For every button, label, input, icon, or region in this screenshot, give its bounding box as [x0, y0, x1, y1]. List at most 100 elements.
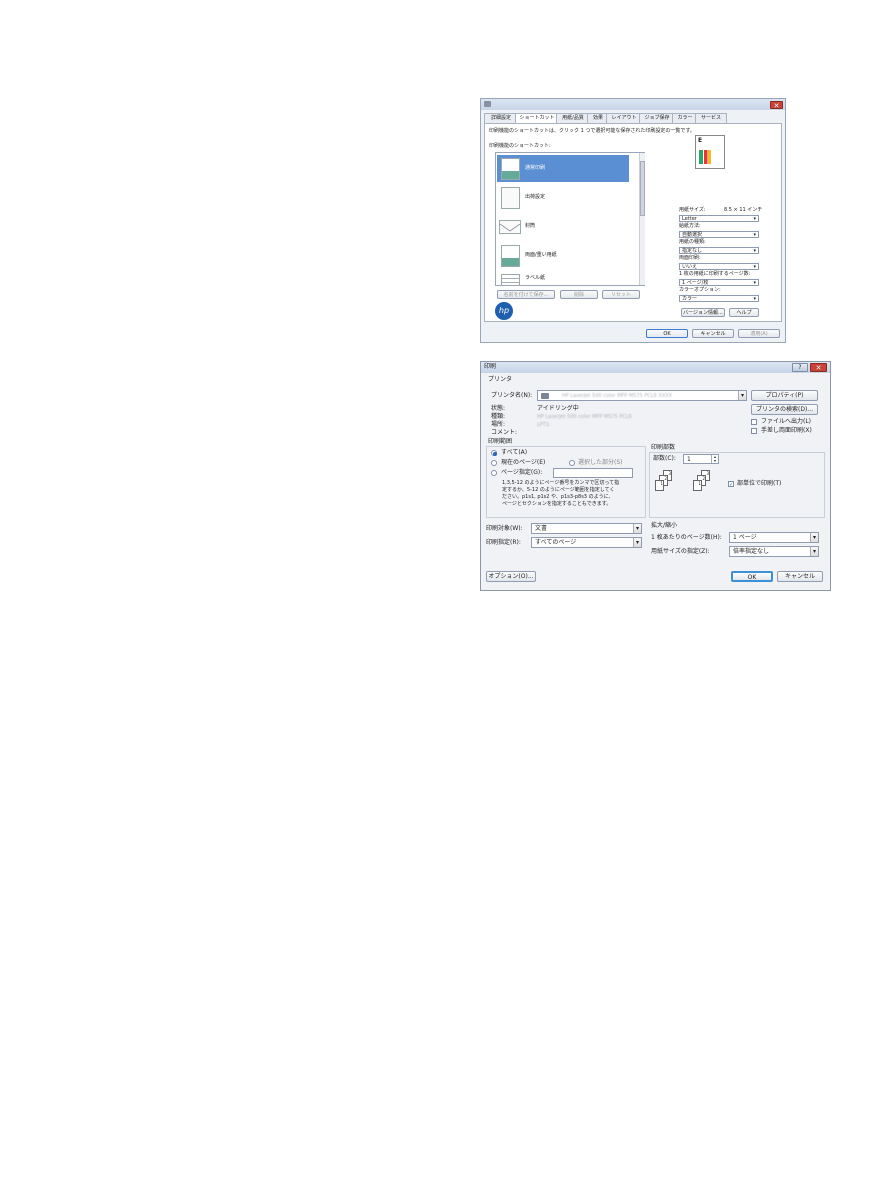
copies-label: 部数(C):: [653, 455, 676, 462]
color-options-label: カラーオプション:: [679, 287, 721, 293]
print-dialog: 印刷 ? ✕ プリンタ プリンタ名(N): HP LaserJet 500 co…: [480, 361, 831, 591]
list-item[interactable]: 出荷設定: [497, 184, 629, 211]
delete-button[interactable]: 削除: [560, 290, 598, 299]
manual-duplex-checkbox[interactable]: [751, 428, 757, 434]
close-icon[interactable]: ✕: [810, 363, 827, 372]
help-button[interactable]: ヘルプ: [729, 308, 759, 317]
range-pages-label: ページ指定(G):: [501, 469, 543, 476]
print-to-file-label: ファイルへ出力(L): [761, 418, 812, 425]
comment-label: コメント:: [491, 429, 518, 436]
chevron-down-icon[interactable]: ▾: [810, 547, 818, 556]
shortcuts-panel: 印刷機能のショートカットは、クリック 1 つで選択可能な保存された印刷設定の一覧…: [484, 123, 782, 322]
printer-icon: [484, 101, 491, 107]
envelope-icon: [499, 220, 521, 234]
paper-size-label: 用紙サイズ:: [679, 207, 706, 213]
blank-page-icon: [501, 187, 520, 209]
paper-source-label: 給紙方法:: [679, 223, 701, 229]
heavy-paper-icon: [501, 245, 520, 267]
save-as-button[interactable]: 名前を付けて保存...: [497, 290, 555, 299]
chevron-down-icon[interactable]: ▾: [633, 524, 641, 533]
pages-per-sheet-select[interactable]: 1 ページ ▾: [729, 532, 819, 543]
printer-name-select[interactable]: HP LaserJet 500 color MFP M575 PCL6 XXXX…: [537, 390, 747, 401]
color-options-select[interactable]: カラー: [679, 295, 759, 302]
list-item[interactable]: 通常印刷: [497, 155, 629, 182]
paper-source-select[interactable]: 自動選択: [679, 231, 759, 238]
options-button[interactable]: オプション(O)...: [486, 571, 536, 582]
cancel-button[interactable]: キャンセル: [692, 329, 734, 338]
shortcuts-list-label: 印刷機能のショートカット:: [489, 143, 551, 149]
printer-name-label: プリンタ名(N):: [491, 392, 533, 399]
collate-checkbox[interactable]: ✓: [728, 481, 734, 488]
reset-button[interactable]: リセット: [602, 290, 640, 299]
page-range-input[interactable]: [553, 468, 633, 478]
hp-logo: hp: [495, 302, 513, 320]
list-scrollbar[interactable]: [639, 153, 645, 285]
collate-page-icon: 1: [693, 480, 702, 491]
ok-button[interactable]: OK: [731, 571, 773, 582]
shortcuts-list[interactable]: 通常印刷 出荷設定 封筒 両面/重い用紙 ラベル紙: [495, 152, 645, 286]
printing-preferences-dialog: ✕ 詳細設定 ショートカット 用紙/品質 効果 レイアウト ジョブ保存 カラー …: [480, 98, 786, 343]
list-item[interactable]: 封筒: [497, 213, 629, 240]
document-icon: [501, 158, 520, 180]
paper-size-select[interactable]: Letter: [679, 215, 759, 222]
pages-per-sheet-select[interactable]: 1 ページ/枚: [679, 279, 759, 286]
range-current-radio[interactable]: [491, 460, 497, 466]
properties-button[interactable]: プロパティ(P): [751, 390, 818, 401]
page-range-title: 印刷範囲: [488, 438, 513, 445]
range-all-label: すべて(A): [501, 449, 528, 456]
list-item[interactable]: ラベル紙: [497, 271, 629, 285]
spin-buttons[interactable]: ▴ ▾: [711, 455, 718, 463]
chevron-down-icon[interactable]: ▾: [738, 391, 746, 400]
chevron-down-icon[interactable]: ▾: [633, 538, 641, 547]
copies-input[interactable]: 1 ▴ ▾: [683, 454, 719, 464]
scrollbar-thumb[interactable]: [640, 161, 645, 216]
location-value: LPT1:: [537, 422, 551, 428]
preview-letter-icon: E: [698, 137, 703, 144]
collate-label: 部単位で印刷(T): [737, 480, 782, 487]
find-printer-button[interactable]: プリンタの検索(D)...: [751, 404, 818, 415]
range-selection-radio[interactable]: [569, 460, 575, 466]
chevron-down-icon[interactable]: ▾: [810, 533, 818, 542]
print-what-select[interactable]: 文書 ▾: [531, 523, 642, 534]
labels-icon: [501, 274, 520, 285]
paper-type-label: 用紙の種類:: [679, 239, 706, 245]
pages-per-sheet-label: 1 枚あたりのページ数(H):: [651, 534, 722, 541]
paper-size-value: 8.5 × 11 インチ: [724, 207, 763, 213]
ok-button[interactable]: OK: [646, 329, 688, 338]
status-value: アイドリング中: [537, 405, 579, 412]
zoom-title: 拡大/縮小: [651, 522, 678, 529]
about-button[interactable]: バージョン情報...: [681, 308, 725, 317]
scale-select[interactable]: 倍率指定なし ▾: [729, 546, 819, 557]
shortcuts-description: 印刷機能のショートカットは、クリック 1 つで選択可能な保存された印刷設定の一覧…: [489, 128, 695, 134]
print-to-file-checkbox[interactable]: [751, 419, 757, 425]
status-label: 状態:: [491, 405, 506, 412]
page-preview: E: [695, 135, 725, 169]
range-pages-radio[interactable]: [491, 470, 497, 476]
copies-title: 印刷部数: [651, 444, 676, 451]
chart-icon: [699, 150, 711, 164]
printer-icon: [541, 393, 549, 399]
help-icon[interactable]: ?: [792, 363, 808, 372]
title-bar: 印刷 ? ✕: [481, 362, 830, 373]
range-current-label: 現在のページ(E): [501, 459, 546, 466]
manual-duplex-label: 手差し両面印刷(X): [761, 427, 812, 434]
close-icon[interactable]: ✕: [770, 101, 783, 110]
tab-bar: 詳細設定 ショートカット 用紙/品質 効果 レイアウト ジョブ保存 カラー サー…: [484, 113, 784, 125]
pages-per-sheet-label: 1 枚の用紙に印刷するページ数:: [679, 271, 751, 277]
apply-button[interactable]: 適用(A): [738, 329, 780, 338]
type-value: HP LaserJet 500 color MFP M575 PCL6: [537, 414, 632, 420]
print-select[interactable]: すべてのページ ▾: [531, 537, 642, 548]
dialog-title: 印刷: [484, 363, 497, 370]
duplex-select[interactable]: いいえ: [679, 263, 759, 270]
print-what-label: 印刷対象(W):: [486, 525, 523, 532]
print-label: 印刷指定(R):: [486, 539, 521, 546]
list-item[interactable]: 両面/重い用紙: [497, 242, 629, 269]
scale-label: 用紙サイズの指定(Z):: [651, 548, 710, 555]
cancel-button[interactable]: キャンセル: [777, 571, 823, 582]
title-bar: ✕: [481, 99, 785, 110]
duplex-label: 両面印刷:: [679, 255, 701, 261]
printer-section-label: プリンタ: [488, 376, 513, 383]
range-all-radio[interactable]: [491, 450, 497, 456]
range-selection-label: 選択した部分(S): [578, 459, 623, 466]
paper-type-select[interactable]: 指定なし: [679, 247, 759, 254]
